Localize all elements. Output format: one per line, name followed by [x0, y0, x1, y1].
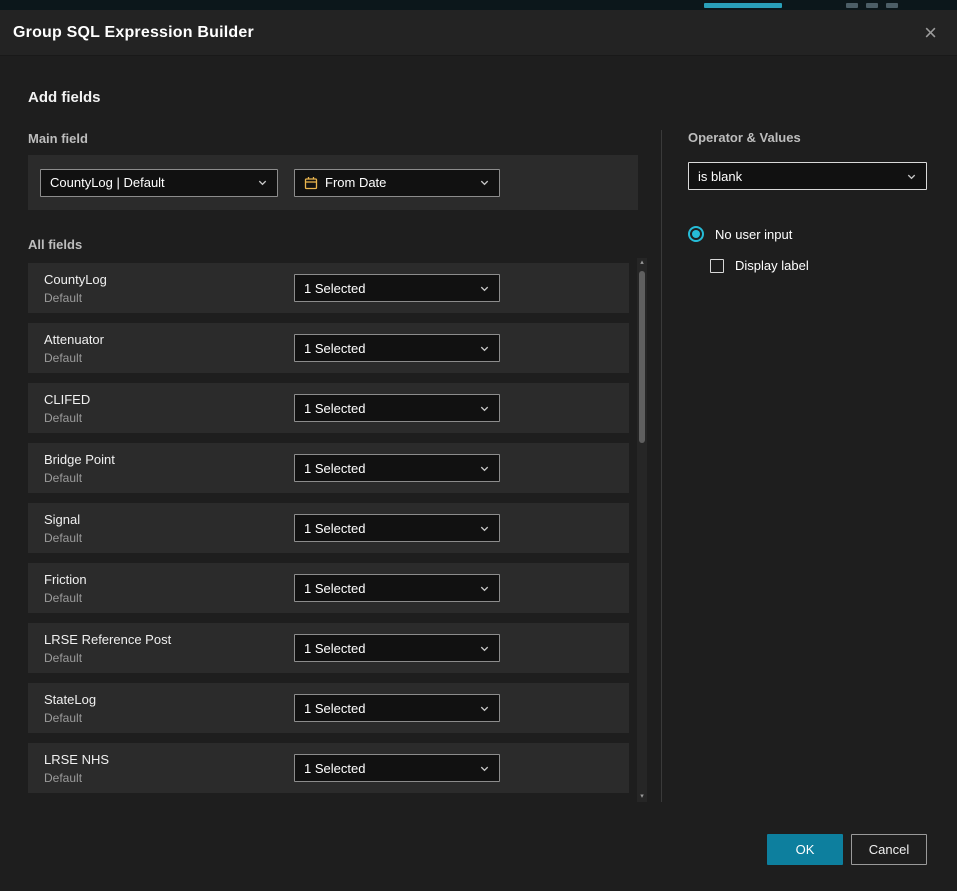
scroll-up-icon[interactable]: ▴ — [637, 258, 647, 268]
field-name: StateLog — [44, 692, 284, 707]
dialog-title: Group SQL Expression Builder — [13, 24, 254, 42]
field-subtitle: Default — [44, 411, 284, 425]
cancel-button[interactable]: Cancel — [851, 834, 927, 865]
dropdown-value: 1 Selected — [304, 521, 472, 536]
chevron-down-icon — [479, 643, 490, 654]
field-selection-dropdown[interactable]: 1 Selected — [294, 454, 500, 482]
field-subtitle: Default — [44, 771, 284, 785]
all-fields-label: All fields — [28, 237, 82, 252]
field-selection-dropdown[interactable]: 1 Selected — [294, 574, 500, 602]
scroll-down-icon[interactable]: ▾ — [637, 792, 647, 802]
field-selection-dropdown[interactable]: 1 Selected — [294, 514, 500, 542]
main-field-label: Main field — [28, 131, 88, 146]
field-name: LRSE NHS — [44, 752, 284, 767]
ok-button[interactable]: OK — [767, 834, 843, 865]
field-subtitle: Default — [44, 471, 284, 485]
calendar-icon — [304, 176, 318, 190]
dialog-footer: OK Cancel — [767, 834, 927, 865]
close-icon[interactable]: × — [920, 20, 941, 46]
field-name: Signal — [44, 512, 284, 527]
operator-values-label: Operator & Values — [688, 130, 927, 145]
chevron-down-icon — [479, 177, 490, 188]
chevron-down-icon — [479, 463, 490, 474]
vertical-divider — [661, 130, 662, 802]
radio-selected-icon — [688, 226, 704, 242]
field-row: CLIFED Default 1 Selected — [28, 383, 629, 433]
screen: Group SQL Expression Builder × Add field… — [0, 0, 957, 891]
field-row: Bridge Point Default 1 Selected — [28, 443, 629, 493]
scrollbar-thumb[interactable] — [639, 271, 645, 443]
field-subtitle: Default — [44, 351, 284, 365]
field-name: Bridge Point — [44, 452, 284, 467]
checkbox-label: Display label — [735, 258, 809, 273]
dialog-group-sql-expression-builder: Group SQL Expression Builder × Add field… — [0, 10, 957, 891]
field-name: LRSE Reference Post — [44, 632, 284, 647]
field-selection-dropdown[interactable]: 1 Selected — [294, 274, 500, 302]
field-selection-dropdown[interactable]: 1 Selected — [294, 334, 500, 362]
field-selection-dropdown[interactable]: 1 Selected — [294, 694, 500, 722]
field-selection-dropdown[interactable]: 1 Selected — [294, 394, 500, 422]
chevron-down-icon — [479, 343, 490, 354]
chevron-down-icon — [906, 171, 917, 182]
dropdown-value: 1 Selected — [304, 281, 472, 296]
background-icon-fragment — [846, 3, 858, 8]
add-fields-heading: Add fields — [28, 89, 101, 106]
dropdown-value: 1 Selected — [304, 701, 472, 716]
no-user-input-option[interactable]: No user input — [688, 226, 927, 242]
field-row: Attenuator Default 1 Selected — [28, 323, 629, 373]
field-row: LRSE NHS Default 1 Selected — [28, 743, 629, 793]
dialog-header: Group SQL Expression Builder × — [0, 10, 957, 56]
all-fields-list: CountyLog Default 1 Selected Attenuator … — [28, 263, 629, 793]
chevron-down-icon — [257, 177, 268, 188]
chevron-down-icon — [479, 763, 490, 774]
chevron-down-icon — [479, 523, 490, 534]
operator-dropdown[interactable]: is blank — [688, 162, 927, 190]
dropdown-value: 1 Selected — [304, 761, 472, 776]
field-subtitle: Default — [44, 591, 284, 605]
dropdown-value: 1 Selected — [304, 641, 472, 656]
dropdown-value: From Date — [325, 175, 472, 190]
field-selection-dropdown[interactable]: 1 Selected — [294, 754, 500, 782]
chevron-down-icon — [479, 403, 490, 414]
background-page-fragment — [0, 0, 957, 10]
dropdown-value: CountyLog | Default — [50, 175, 250, 190]
operator-values-panel: Operator & Values is blank No user input… — [688, 130, 927, 273]
chevron-down-icon — [479, 583, 490, 594]
field-row: Signal Default 1 Selected — [28, 503, 629, 553]
main-field-source-dropdown[interactable]: CountyLog | Default — [40, 169, 278, 197]
field-name: Attenuator — [44, 332, 284, 347]
dropdown-value: 1 Selected — [304, 461, 472, 476]
scrollbar[interactable]: ▴ ▾ — [637, 258, 647, 802]
field-subtitle: Default — [44, 651, 284, 665]
background-text-fragment — [704, 3, 782, 8]
dropdown-value: 1 Selected — [304, 341, 472, 356]
field-row: LRSE Reference Post Default 1 Selected — [28, 623, 629, 673]
background-icon-fragment — [866, 3, 878, 8]
dropdown-value: 1 Selected — [304, 401, 472, 416]
field-name: Friction — [44, 572, 284, 587]
field-subtitle: Default — [44, 531, 284, 545]
field-row: CountyLog Default 1 Selected — [28, 263, 629, 313]
field-selection-dropdown[interactable]: 1 Selected — [294, 634, 500, 662]
field-name: CLIFED — [44, 392, 284, 407]
background-icon-fragment — [886, 3, 898, 8]
field-row: StateLog Default 1 Selected — [28, 683, 629, 733]
field-name: CountyLog — [44, 272, 284, 287]
field-subtitle: Default — [44, 711, 284, 725]
main-field-field-dropdown[interactable]: From Date — [294, 169, 500, 197]
main-field-panel: CountyLog | Default From Date — [28, 155, 638, 210]
chevron-down-icon — [479, 283, 490, 294]
chevron-down-icon — [479, 703, 490, 714]
field-subtitle: Default — [44, 291, 284, 305]
dropdown-value: 1 Selected — [304, 581, 472, 596]
dropdown-value: is blank — [698, 169, 899, 184]
field-row: Friction Default 1 Selected — [28, 563, 629, 613]
display-label-option[interactable]: Display label — [710, 258, 927, 273]
checkbox-unchecked-icon — [710, 259, 724, 273]
radio-label: No user input — [715, 227, 792, 242]
